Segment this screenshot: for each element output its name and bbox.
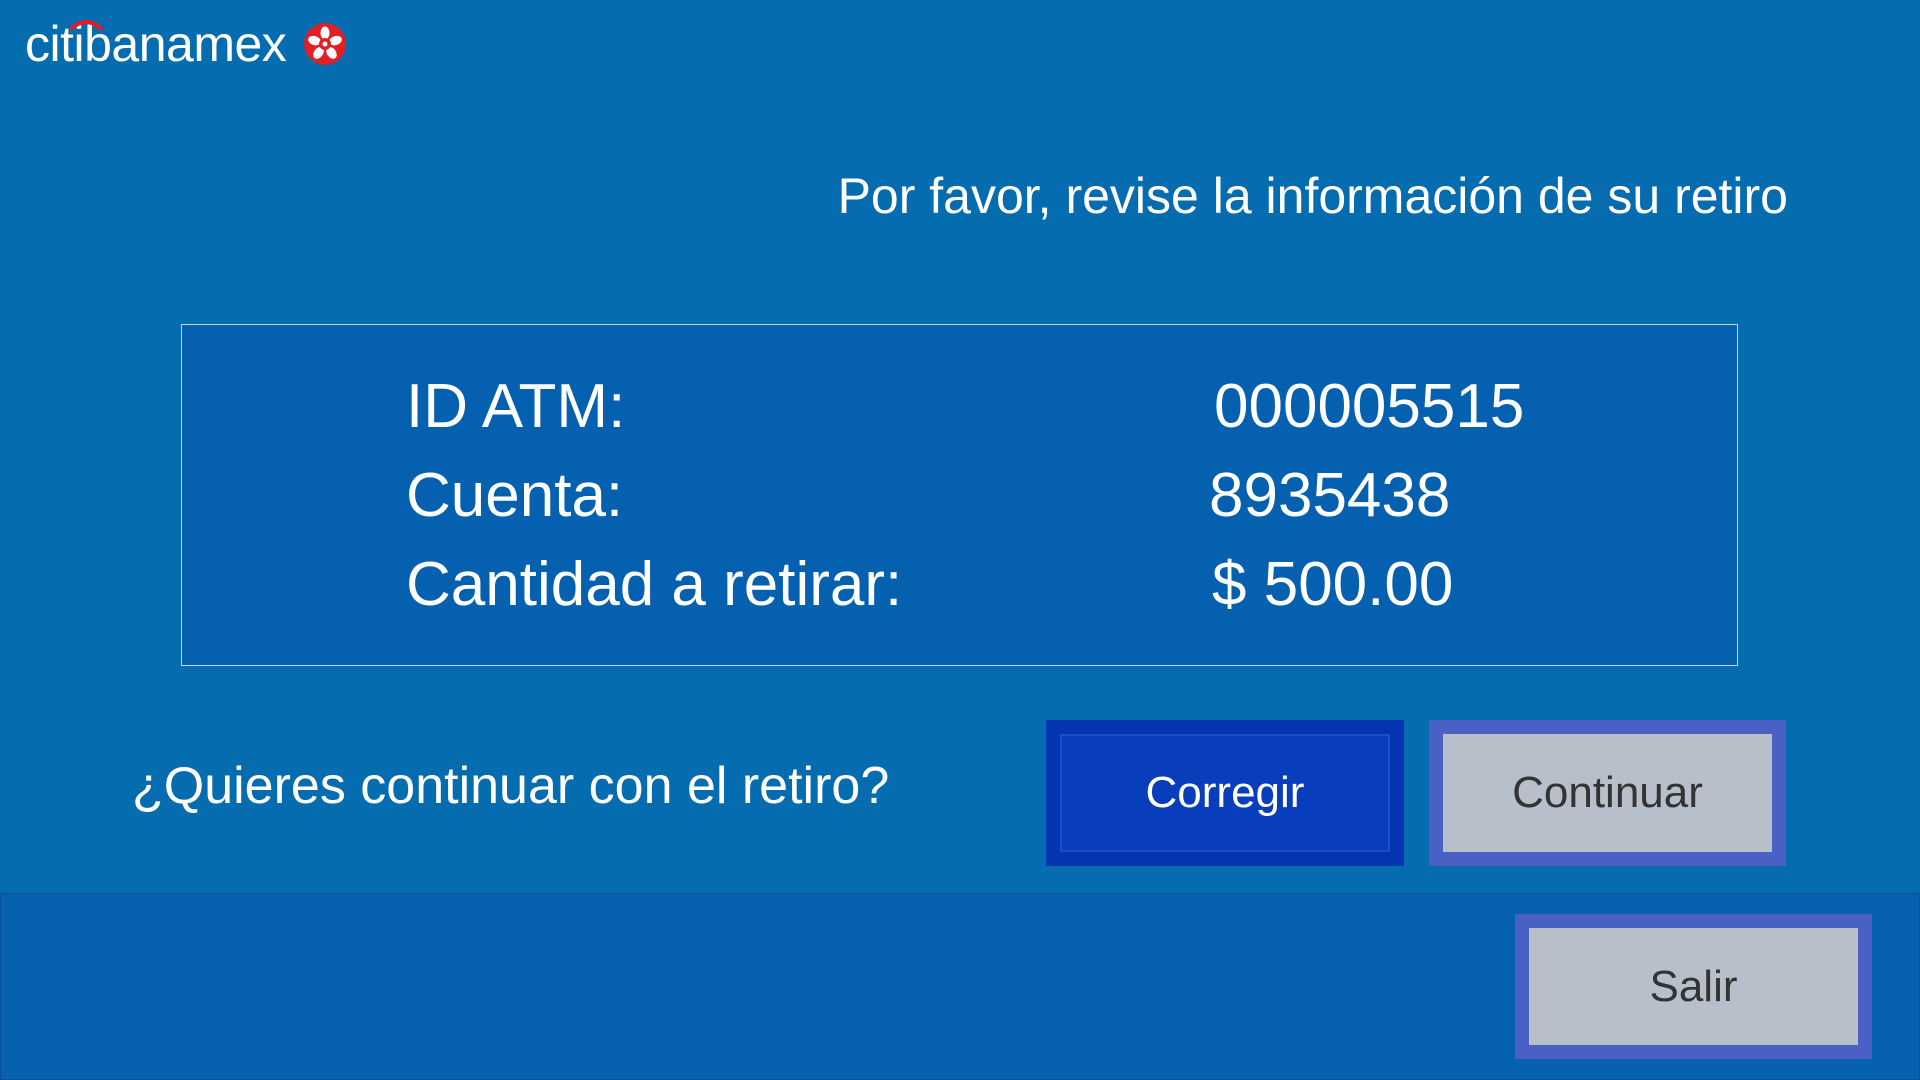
salir-button[interactable]: Salir (1515, 914, 1872, 1059)
citibanamex-logo: citibanamex (25, 14, 350, 74)
amount-label: Cantidad a retirar: (406, 550, 903, 619)
atm-id-label: ID ATM: (406, 372, 626, 441)
banamex-flower-icon (304, 23, 347, 65)
corregir-button[interactable]: Corregir (1046, 720, 1404, 866)
info-row-account: Cuenta: 8935438 (406, 456, 1606, 536)
atm-id-value: 000005515 (1214, 372, 1525, 441)
info-row-amount: Cantidad a retirar: $ 500.00 (406, 545, 1606, 625)
withdrawal-info-panel: ID ATM: 000005515 Cuenta: 8935438 Cantid… (181, 324, 1738, 666)
continuar-button-label: Continuar (1512, 768, 1703, 817)
info-row-atm-id: ID ATM: 000005515 (406, 367, 1606, 447)
page-title: Por favor, revise la información de su r… (837, 168, 1788, 224)
salir-button-label: Salir (1649, 961, 1738, 1011)
citi-arc-icon (69, 20, 103, 30)
brand-name: citibanamex (25, 16, 287, 72)
atm-screen: citibanamex Por favor, revise la informa… (0, 0, 1920, 1080)
continuar-button[interactable]: Continuar (1429, 720, 1786, 866)
account-value: 8935438 (1209, 461, 1451, 530)
account-label: Cuenta: (406, 461, 624, 530)
confirm-question: ¿Quieres continuar con el retiro? (132, 757, 890, 815)
corregir-button-label: Corregir (1145, 768, 1305, 817)
amount-value: $ 500.00 (1212, 550, 1454, 619)
